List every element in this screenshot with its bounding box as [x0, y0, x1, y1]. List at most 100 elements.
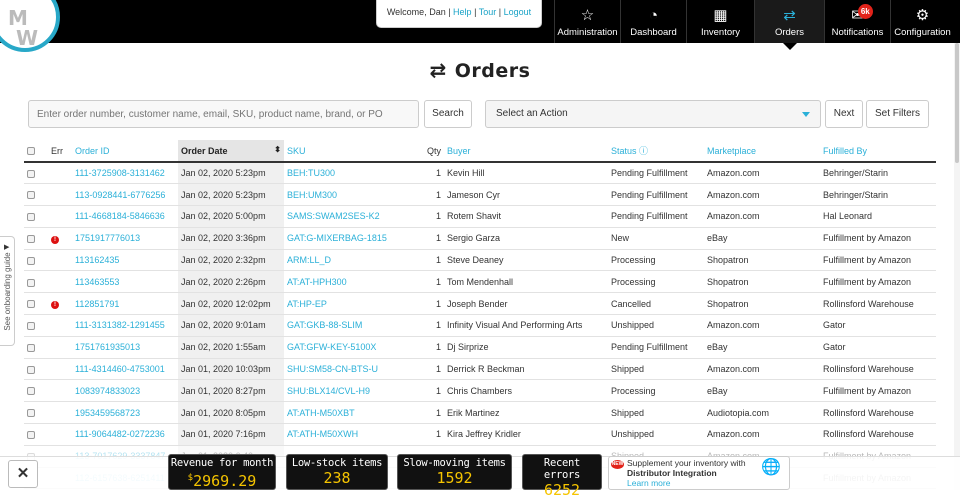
app-logo[interactable]: M W: [0, 0, 60, 52]
nav-label: Dashboard: [630, 27, 677, 38]
table-row[interactable]: ! 112851791 Jan 02, 2020 12:02pm AT:HP-EP 1 J…: [24, 292, 936, 316]
column-header-order-date[interactable]: Order Date ⬍: [178, 140, 284, 163]
sku-link[interactable]: SAMS:SWAM2SES-K2: [284, 205, 416, 228]
logout-link[interactable]: Logout: [504, 7, 532, 17]
nav-notifications[interactable]: ✉ 6k Notifications: [824, 0, 890, 43]
row-checkbox[interactable]: [27, 387, 35, 396]
nav-orders[interactable]: ⇄ Orders: [754, 0, 824, 50]
row-checkbox[interactable]: [27, 234, 35, 243]
close-stats-button[interactable]: ✕: [8, 460, 38, 488]
table-row[interactable]: 111-4668184-5846636 Jan 02, 2020 5:00pm SA…: [24, 205, 936, 228]
stat-slow-moving-items[interactable]: Slow-moving items 1592: [397, 454, 512, 490]
help-link[interactable]: Help: [453, 7, 472, 17]
table-row[interactable]: 111-3131382-1291455 Jan 02, 2020 9:01am GA…: [24, 314, 936, 337]
nav-dashboard[interactable]: ◔ Dashboard: [620, 0, 686, 43]
table-row[interactable]: 1953459568723 Jan 01, 2020 8:05pm AT:ATH-M…: [24, 401, 936, 425]
column-header-marketplace[interactable]: Marketplace: [704, 140, 820, 163]
sku-link[interactable]: SHU:BLX14/CVL-H9: [284, 379, 416, 403]
info-icon[interactable]: ⓘ: [639, 146, 648, 156]
column-header-fulfilled-by[interactable]: Fulfilled By: [820, 140, 936, 163]
table-row[interactable]: 111-4314460-4753001 Jan 01, 2020 10:03pm S…: [24, 358, 936, 381]
order-id-link[interactable]: 113463553: [72, 270, 178, 294]
stat-revenue-for-month[interactable]: Revenue for month $2969.29: [168, 454, 276, 490]
sku-link[interactable]: SHU:SM58-CN-BTS-U: [284, 358, 416, 381]
fulfilled-by-cell: Fulfillment by Amazon: [820, 379, 936, 403]
sku-link[interactable]: GAT:G-MIXERBAG-1815: [284, 227, 416, 250]
scrollbar-thumb[interactable]: [955, 43, 959, 163]
promo-banner[interactable]: NEW Supplement your inventory with Distr…: [608, 456, 790, 490]
order-id-link[interactable]: 1953459568723: [72, 401, 178, 425]
table-row[interactable]: 1751761935013 Jan 02, 2020 1:55am GAT:GFW-…: [24, 336, 936, 359]
sku-link[interactable]: AT:AT-HPH300: [284, 270, 416, 294]
order-id-link[interactable]: 111-9064482-0272236: [72, 423, 178, 446]
search-button[interactable]: Search: [424, 100, 472, 128]
sku-link[interactable]: AT:ATH-M50XWH: [284, 423, 416, 446]
nav-administration[interactable]: ☆ Administration: [554, 0, 620, 43]
row-checkbox[interactable]: [27, 169, 35, 178]
select-all-checkbox[interactable]: [27, 147, 35, 156]
row-checkbox-cell: [24, 270, 48, 294]
order-id-link[interactable]: 111-3725908-3131462: [72, 162, 178, 185]
sku-link[interactable]: GAT:GFW-KEY-5100X: [284, 336, 416, 359]
qty-cell: 1: [416, 183, 444, 207]
row-checkbox[interactable]: [27, 191, 35, 200]
onboarding-guide-tab[interactable]: ▶ See onboarding guide: [0, 236, 15, 346]
sku-link[interactable]: BEH:TU300: [284, 162, 416, 185]
column-header-buyer[interactable]: Buyer: [444, 140, 608, 163]
tour-link[interactable]: Tour: [479, 7, 497, 17]
column-header-status[interactable]: Status ⓘ: [608, 140, 704, 163]
row-checkbox[interactable]: [27, 256, 35, 265]
row-checkbox[interactable]: [27, 431, 35, 440]
table-row[interactable]: 1083974833023 Jan 01, 2020 8:27pm SHU:BLX1…: [24, 379, 936, 403]
table-row[interactable]: 111-3725908-3131462 Jan 02, 2020 5:23pm BE…: [24, 162, 936, 185]
row-checkbox[interactable]: [27, 343, 35, 352]
nav-configuration[interactable]: ⚙ Configuration: [890, 0, 954, 43]
row-checkbox[interactable]: [27, 365, 35, 374]
table-row[interactable]: 111-9064482-0272236 Jan 01, 2020 7:16pm AT…: [24, 423, 936, 446]
order-date-cell: Jan 02, 2020 5:23pm: [178, 162, 284, 185]
learn-more-link[interactable]: Learn more: [627, 478, 789, 488]
order-id-link[interactable]: 1083974833023: [72, 379, 178, 403]
vertical-scrollbar[interactable]: [954, 43, 960, 490]
stat-label: Slow-moving items: [403, 457, 506, 469]
table-row[interactable]: 113-0928441-6776256 Jan 02, 2020 5:23pm BE…: [24, 183, 936, 207]
order-id-link[interactable]: 1751761935013: [72, 336, 178, 359]
sku-link[interactable]: GAT:GKB-88-SLIM: [284, 314, 416, 337]
row-error-cell: [48, 336, 72, 359]
set-filters-button[interactable]: Set Filters: [866, 100, 929, 128]
order-id-link[interactable]: 1751917776013: [72, 227, 178, 250]
order-id-link[interactable]: 111-4314460-4753001: [72, 358, 178, 381]
order-id-link[interactable]: 111-4668184-5846636: [72, 205, 178, 228]
table-row[interactable]: ! 1751917776013 Jan 02, 2020 3:36pm GAT:G-M…: [24, 227, 936, 250]
error-icon[interactable]: !: [51, 301, 59, 310]
sku-link[interactable]: BEH:UM300: [284, 183, 416, 207]
sku-link[interactable]: AT:HP-EP: [284, 292, 416, 316]
table-row[interactable]: 113463553 Jan 02, 2020 2:26pm AT:AT-HPH300…: [24, 270, 936, 294]
order-id-link[interactable]: 113-0928441-6776256: [72, 183, 178, 207]
nav-inventory[interactable]: ▦ Inventory: [686, 0, 754, 43]
next-button[interactable]: Next: [825, 100, 863, 128]
error-icon[interactable]: !: [51, 235, 59, 244]
column-header-sku[interactable]: SKU: [284, 140, 416, 163]
qty-cell: 1: [416, 205, 444, 228]
order-id-link[interactable]: 112851791: [72, 292, 178, 316]
order-id-link[interactable]: 113162435: [72, 249, 178, 272]
select-all-checkbox-cell[interactable]: [24, 140, 48, 163]
row-checkbox[interactable]: [27, 213, 35, 222]
search-input[interactable]: [28, 100, 419, 128]
buyer-cell: Kevin Hill: [444, 162, 608, 185]
row-checkbox[interactable]: [27, 322, 35, 331]
sku-link[interactable]: ARM:LL_D: [284, 249, 416, 272]
order-id-link[interactable]: 111-3131382-1291455: [72, 314, 178, 337]
table-row[interactable]: 113162435 Jan 02, 2020 2:32pm ARM:LL_D 1 Ste…: [24, 249, 936, 272]
row-checkbox[interactable]: [27, 409, 35, 418]
stat-recent-errors[interactable]: Recent errors 6252: [522, 454, 602, 499]
sku-link[interactable]: AT:ATH-M50XBT: [284, 401, 416, 425]
welcome-panel: Welcome, Dan | Help | Tour | Logout: [376, 0, 542, 28]
action-select[interactable]: Select an Action: [485, 100, 821, 128]
column-header-order-id[interactable]: Order ID: [72, 140, 178, 163]
row-checkbox[interactable]: [27, 278, 35, 287]
buyer-cell: Rotem Shavit: [444, 205, 608, 228]
stat-low-stock-items[interactable]: Low-stock items 238: [286, 454, 388, 490]
row-checkbox[interactable]: [27, 300, 35, 309]
